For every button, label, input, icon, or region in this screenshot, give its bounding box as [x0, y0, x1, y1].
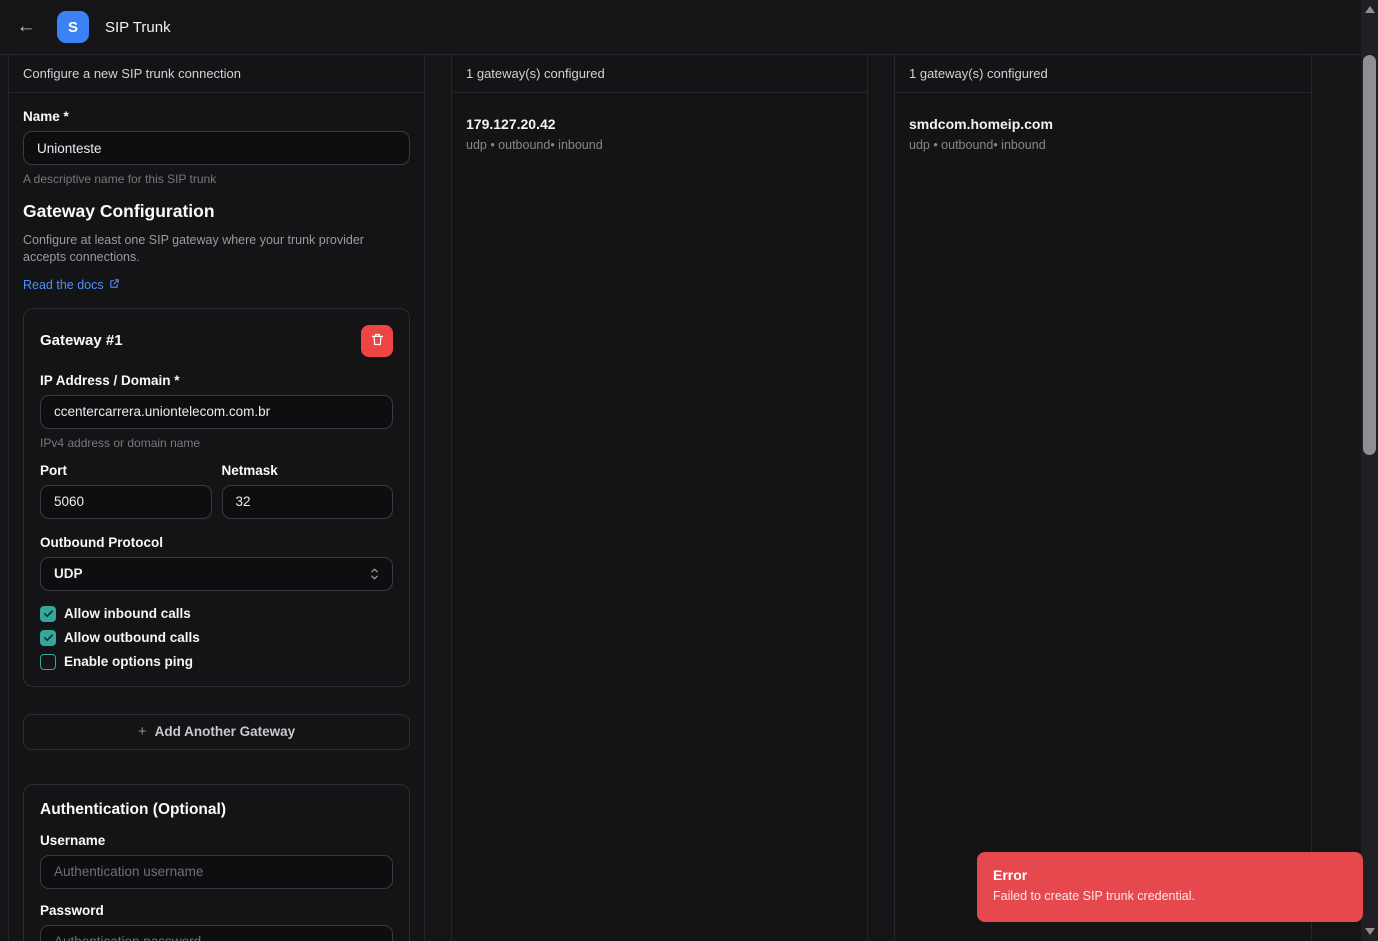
gateway-list-panel-1: 1 gateway(s) configured 179.127.20.42 ud… — [451, 55, 868, 941]
add-gateway-label: Add Another Gateway — [154, 724, 296, 740]
port-input[interactable] — [40, 484, 212, 519]
password-input[interactable] — [40, 924, 393, 941]
trash-icon — [370, 332, 385, 350]
gateway-name: smdcom.homeip.com — [909, 116, 1053, 132]
checkbox-icon[interactable] — [40, 629, 56, 646]
checkbox-label: Enable options ping — [64, 654, 193, 670]
gateway-section-title: Gateway Configuration — [23, 201, 215, 221]
checkbox-label: Allow outbound calls — [64, 630, 200, 646]
gateway-meta: udp • outbound• inbound — [466, 138, 603, 152]
netmask-label: Netmask — [221, 462, 278, 478]
gateway-name: 179.127.20.42 — [466, 116, 556, 132]
protocol-selected-value: UDP — [54, 566, 83, 582]
gateway-count-header: 1 gateway(s) configured — [452, 55, 867, 93]
name-help-text: A descriptive name for this SIP trunk — [23, 172, 217, 186]
gateway-meta: udp • outbound• inbound — [909, 138, 1046, 152]
password-label: Password — [40, 902, 104, 918]
chevron-up-down-icon — [368, 566, 381, 581]
netmask-input[interactable] — [221, 484, 393, 519]
protocol-select[interactable]: UDP — [40, 556, 393, 591]
form-panel-body: Name * A descriptive name for this SIP t… — [9, 93, 424, 941]
checkbox-row-options-ping[interactable]: Enable options ping — [40, 653, 393, 670]
gateway-card: Gateway #1 IP Address / Domain * IPv4 ad… — [23, 307, 410, 687]
checkbox-label: Allow inbound calls — [64, 606, 191, 622]
checkbox-icon[interactable] — [40, 605, 56, 622]
ip-input[interactable] — [40, 394, 393, 429]
app-logo: S — [57, 11, 89, 43]
scrollbar-down-arrow-icon[interactable] — [1364, 928, 1375, 935]
protocol-label: Outbound Protocol — [40, 534, 163, 550]
gateway-list-item[interactable]: 179.127.20.42 udp • outbound• inbound — [452, 93, 867, 175]
app-logo-letter: S — [67, 18, 78, 36]
add-another-gateway-button[interactable]: + Add Another Gateway — [23, 713, 410, 750]
checkbox-icon[interactable] — [40, 653, 56, 670]
gateway-section-description: Configure at least one SIP gateway where… — [23, 233, 364, 264]
form-panel-header: Configure a new SIP trunk connection — [9, 55, 424, 93]
toast-title: Error — [993, 867, 1028, 883]
plus-icon: + — [137, 723, 147, 741]
username-input[interactable] — [40, 854, 393, 889]
vertical-scrollbar[interactable] — [1361, 0, 1378, 941]
checkbox-row-allow-inbound[interactable]: Allow inbound calls — [40, 605, 393, 622]
ip-help-text: IPv4 address or domain name — [40, 435, 201, 450]
gateway-list-item[interactable]: smdcom.homeip.com udp • outbound• inboun… — [895, 93, 1311, 175]
read-docs-link[interactable]: Read the docs — [23, 278, 120, 292]
gateway-count-header: 1 gateway(s) configured — [895, 55, 1311, 93]
trunk-form-panel: Configure a new SIP trunk connection Nam… — [8, 55, 425, 941]
name-input[interactable] — [23, 131, 410, 165]
page-title: SIP Trunk — [105, 18, 171, 36]
toast-message: Failed to create SIP trunk credential. — [993, 889, 1195, 903]
read-docs-label: Read the docs — [23, 277, 104, 292]
checkbox-row-allow-outbound[interactable]: Allow outbound calls — [40, 629, 393, 646]
port-label: Port — [40, 462, 67, 478]
ip-label: IP Address / Domain * — [40, 372, 180, 388]
delete-gateway-button[interactable] — [361, 324, 393, 357]
auth-card-title: Authentication (Optional) — [40, 800, 226, 818]
back-button[interactable]: ← — [14, 15, 38, 39]
error-toast[interactable]: Error Failed to create SIP trunk credent… — [977, 852, 1363, 922]
name-label: Name * — [23, 109, 69, 124]
authentication-card: Authentication (Optional) Username Passw… — [23, 783, 410, 941]
back-arrow-icon: ← — [16, 16, 36, 37]
top-bar: ← S SIP Trunk — [0, 0, 1361, 55]
scrollbar-thumb[interactable] — [1363, 55, 1376, 455]
gateway-card-title: Gateway #1 — [40, 332, 123, 350]
gateway-list-panel-2: 1 gateway(s) configured smdcom.homeip.co… — [894, 55, 1312, 941]
external-link-icon — [109, 278, 120, 292]
username-label: Username — [40, 832, 106, 848]
scrollbar-up-arrow-icon[interactable] — [1364, 6, 1375, 13]
